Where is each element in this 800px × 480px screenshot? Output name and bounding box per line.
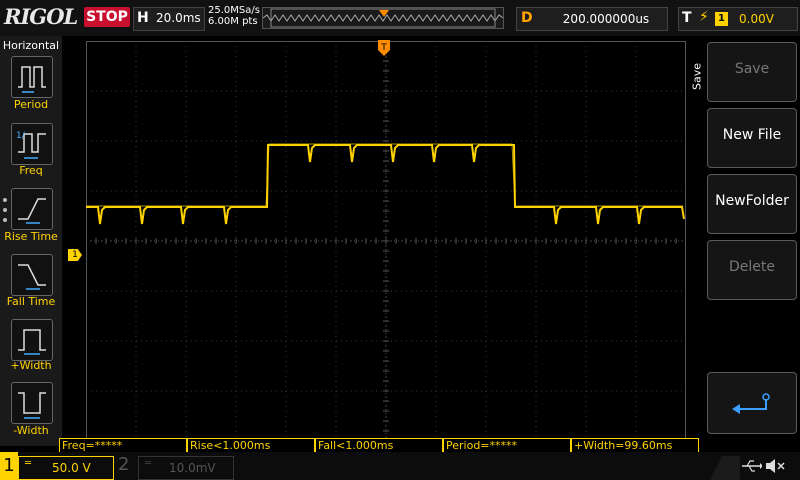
fall-time-label: Fall Time (6, 295, 56, 308)
channel-1-settings[interactable]: ═ 50.0 V (18, 456, 114, 480)
horizontal-timebase[interactable]: H 20.0ms (133, 7, 205, 31)
delay-label: D (521, 10, 533, 26)
freq-button[interactable]: 1/ (11, 123, 53, 165)
neg-width-button[interactable] (11, 382, 53, 424)
save-menu-title-text: Save (690, 63, 704, 91)
trigger-level: 0.00V (739, 12, 774, 26)
delete-button-label: Delete (729, 259, 775, 275)
period-icon (18, 66, 46, 93)
fall-time-button[interactable] (11, 254, 53, 296)
rise-time-label: Rise Time (4, 230, 58, 243)
dc-coupling-icon: ═ (25, 458, 32, 469)
delay-value: 200.000000us (562, 12, 650, 26)
memory-depth: 6.00M pts (208, 16, 258, 27)
delete-button[interactable]: Delete (707, 240, 797, 300)
channel-1-trace (86, 144, 685, 225)
dc-coupling-icon: ═ (145, 458, 152, 469)
run-stop-status[interactable]: STOP (84, 7, 130, 27)
page-dot (3, 198, 7, 202)
timebase-value: 20.0ms (156, 11, 201, 25)
freq-label: Freq (19, 164, 43, 177)
svg-text:T: T (380, 43, 387, 53)
left-measure-menu: Horizontal Period 1/ Freq Rise Time Fall… (0, 36, 62, 446)
pos-width-label: +Width (10, 359, 52, 372)
memory-overview (262, 7, 504, 29)
graticule (85, 40, 687, 442)
rigol-logo: RIGOL (4, 4, 78, 29)
channel-1-number[interactable]: 1 (0, 452, 18, 480)
channel-2-settings[interactable]: ═ 10.0mV (138, 456, 234, 480)
speaker-muted-icon[interactable] (764, 456, 786, 476)
trigger-source: 1 (715, 12, 728, 26)
new-folder-button-label: NewFolder (715, 193, 789, 209)
trigger-setting[interactable]: T ⚡ 1 0.00V (678, 7, 798, 31)
return-arrow-icon (732, 393, 770, 414)
rising-edge-icon: ⚡ (699, 9, 709, 25)
save-button[interactable]: Save (707, 42, 797, 102)
neg-width-label: -Width (13, 424, 49, 437)
channel-1-trace-noise (86, 143, 683, 207)
waveform-display[interactable] (85, 40, 687, 442)
new-folder-button[interactable]: NewFolder (707, 174, 797, 234)
status-tab-decoration (710, 456, 740, 480)
fall-time-icon (18, 264, 46, 290)
page-dot (3, 208, 7, 212)
channel-2-scale: 10.0mV (169, 461, 216, 475)
pos-width-icon (18, 329, 46, 355)
save-button-label: Save (734, 61, 770, 77)
new-file-button-label: New File (722, 127, 782, 143)
period-button[interactable] (11, 56, 53, 98)
rise-time-icon (18, 198, 46, 224)
acquisition-info: 25.0MSa/s 6.00M pts (208, 5, 260, 27)
waveform-grid (85, 40, 687, 442)
freq-icon: 1/ (16, 131, 46, 159)
page-dot (3, 218, 7, 222)
horizontal-label: H (137, 10, 149, 26)
delay-setting[interactable]: D 200.000000us (516, 7, 668, 31)
channel-1-offset-marker[interactable]: 1 (68, 249, 82, 261)
new-file-button[interactable]: New File (707, 108, 797, 168)
neg-width-icon (18, 392, 46, 419)
rise-time-button[interactable] (11, 188, 53, 230)
channel-1-scale: 50.0 V (52, 461, 91, 475)
trigger-label: T (682, 10, 692, 26)
svg-text:1/: 1/ (16, 131, 26, 141)
sample-rate: 25.0MSa/s (208, 5, 260, 16)
save-menu-title: Save (689, 42, 705, 110)
memory-overview-wave (262, 8, 504, 28)
usb-icon (742, 460, 762, 472)
period-label: Period (13, 98, 49, 111)
channel-2-number[interactable]: 2 (118, 454, 129, 475)
menu-title: Horizontal (2, 39, 60, 52)
trigger-time-marker[interactable]: T (378, 40, 390, 58)
pos-width-button[interactable] (11, 319, 53, 361)
return-button[interactable] (707, 372, 797, 434)
